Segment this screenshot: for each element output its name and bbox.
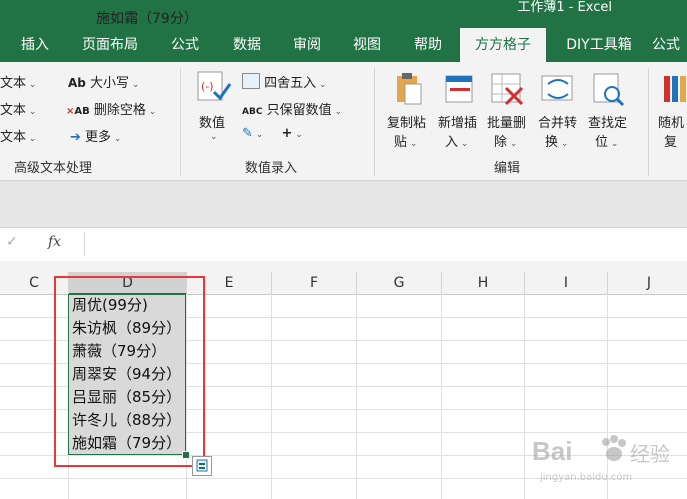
batch-delete-button[interactable]: 除 ⌄ xyxy=(494,131,517,150)
upper-lower-button[interactable]: Ab 大小写 ⌄ xyxy=(68,72,139,91)
merge-convert-label[interactable]: 合并转 xyxy=(538,112,577,131)
random-label[interactable]: 随机 xyxy=(658,112,684,131)
column-header-h[interactable]: H xyxy=(442,272,525,294)
chevron-down-icon: ⌄ xyxy=(210,132,218,142)
tab-view[interactable]: 视图 xyxy=(342,28,392,62)
find-locate-icon xyxy=(592,72,626,112)
ribbon-separator xyxy=(374,68,375,176)
new-insert-button[interactable]: 入 ⌄ xyxy=(445,131,468,150)
value-icon: (-) xyxy=(196,70,232,104)
formula-divider xyxy=(84,232,85,256)
text-item-2[interactable]: 文本 ⌄ xyxy=(0,99,36,118)
round-icon xyxy=(242,73,260,89)
tab-fangfang[interactable]: 方方格子 xyxy=(460,28,546,62)
grid-line xyxy=(356,294,357,499)
paw-icon xyxy=(598,434,628,468)
merge-convert-button[interactable]: 换 ⌄ xyxy=(545,131,568,150)
fill-tools-row[interactable]: ✎ ⌄ + ⌄ xyxy=(242,126,303,141)
column-header-f[interactable]: F xyxy=(272,272,357,294)
ribbon-separator xyxy=(648,68,649,176)
batch-delete-label[interactable]: 批量删 xyxy=(487,112,526,131)
grid-line xyxy=(271,294,272,499)
arrow-right-icon: ➔ xyxy=(70,130,81,145)
tab-insert[interactable]: 插入 xyxy=(8,28,62,62)
text-item-1[interactable]: 文本 ⌄ xyxy=(0,72,36,91)
watermark-url: jingyan.baidu.com xyxy=(540,472,633,483)
formula-bar xyxy=(0,227,687,262)
column-header-g[interactable]: G xyxy=(357,272,442,294)
random-icon xyxy=(662,72,687,110)
copy-paste-button[interactable]: 贴 ⌄ xyxy=(394,131,417,150)
window-title: 工作薄1 - Excel xyxy=(517,0,612,15)
ribbon-separator xyxy=(180,68,181,176)
merge-convert-icon xyxy=(540,72,576,110)
highlight-box xyxy=(54,276,205,467)
batch-delete-icon xyxy=(490,72,526,112)
more-button[interactable]: ➔ 更多 ⌄ xyxy=(70,126,121,145)
insert-rows-icon xyxy=(444,72,476,110)
fx-icon[interactable]: fx xyxy=(48,234,61,250)
find-locate-button[interactable]: 位 ⌄ xyxy=(595,131,618,150)
tab-help[interactable]: 帮助 xyxy=(402,28,454,62)
header-gap xyxy=(0,261,687,272)
round-button[interactable]: 四舍五入 ⌄ xyxy=(242,72,327,91)
text-item-3[interactable]: 文本 ⌄ xyxy=(0,126,36,145)
keep-values-button[interactable]: ABC 只保留数值 ⌄ xyxy=(242,99,342,118)
tab-data[interactable]: 数据 xyxy=(222,28,272,62)
column-header-i[interactable]: I xyxy=(525,272,608,294)
baidu-watermark: Bai 经验 jingyan.baidu.com xyxy=(520,430,687,499)
formula-input[interactable]: 施如霜（79分） xyxy=(96,8,198,28)
quick-analysis-icon[interactable] xyxy=(192,456,212,476)
new-insert-label[interactable]: 新增插 xyxy=(438,112,477,131)
copy-paste-label[interactable]: 复制粘 xyxy=(387,112,426,131)
find-locate-label[interactable]: 查找定 xyxy=(588,112,627,131)
grid-line xyxy=(441,294,442,499)
ribbon-blank-area xyxy=(0,181,687,227)
tab-page-layout[interactable]: 页面布局 xyxy=(72,28,148,62)
delete-space-icon: ×AB xyxy=(66,106,90,117)
abc-icon: ABC xyxy=(242,107,263,117)
tab-formulas-2[interactable]: 公式 xyxy=(652,28,687,62)
random-button[interactable]: 复 xyxy=(664,131,677,150)
tab-diy-toolbox[interactable]: DIY工具箱 xyxy=(556,28,642,62)
edit-group-label: 编辑 xyxy=(494,161,521,176)
watermark-brand: Bai xyxy=(532,436,573,466)
check-icon[interactable]: ✓ xyxy=(6,234,18,250)
tab-review[interactable]: 审阅 xyxy=(282,28,332,62)
delete-space-button[interactable]: ×AB 删除空格 ⌄ xyxy=(66,99,156,118)
clipboard-icon xyxy=(393,72,425,110)
watermark-brand-2: 经验 xyxy=(630,442,670,466)
value-button[interactable]: 数值 xyxy=(199,112,225,131)
plus-icon: + xyxy=(281,126,293,141)
ab-case-icon: Ab xyxy=(68,76,86,90)
text-group-label: 高级文本处理 xyxy=(14,161,93,176)
pencil-icon: ✎ xyxy=(242,126,253,141)
tab-formulas[interactable]: 公式 xyxy=(160,28,210,62)
number-group-label: 数值录入 xyxy=(245,161,298,176)
svg-text:(-): (-) xyxy=(201,80,214,93)
column-header-j[interactable]: J xyxy=(608,272,687,294)
